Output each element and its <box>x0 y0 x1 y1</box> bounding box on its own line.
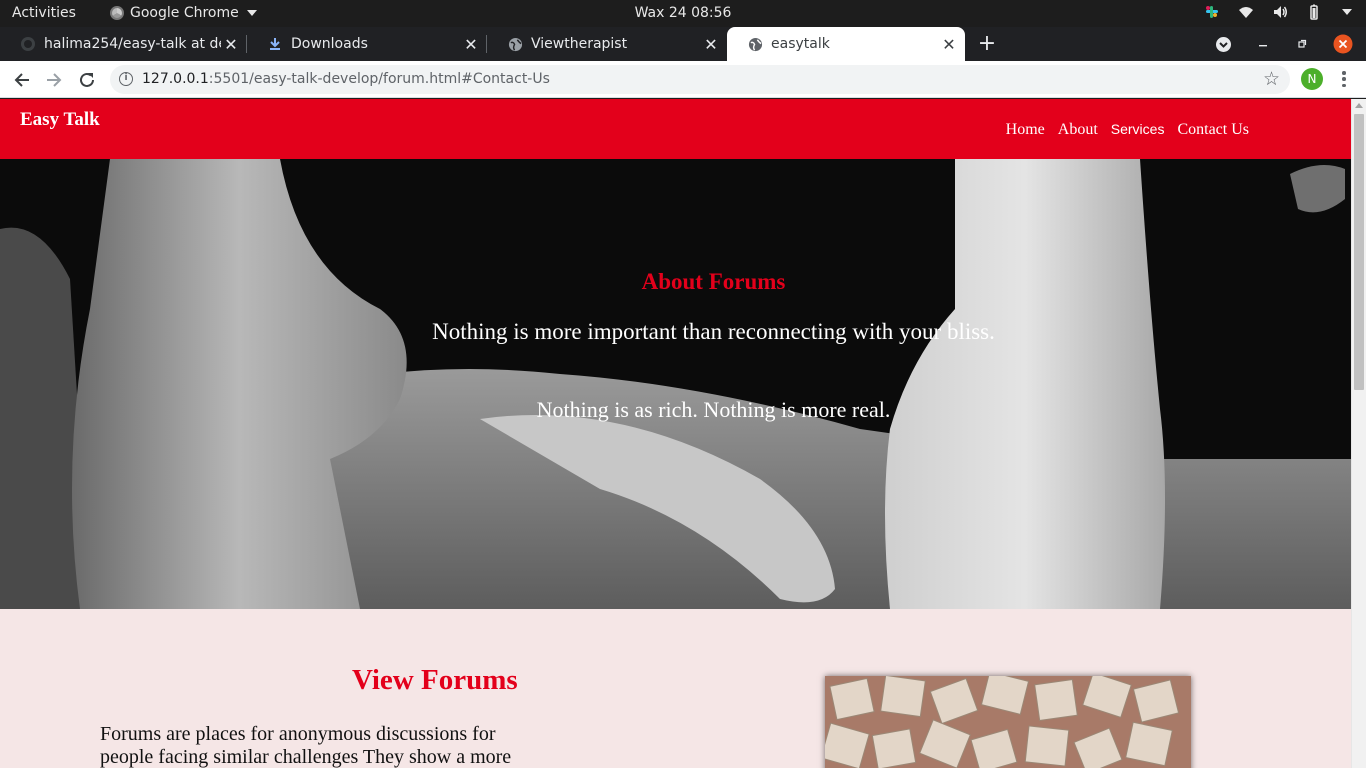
wifi-icon[interactable] <box>1238 4 1254 20</box>
scrollbar-thumb[interactable] <box>1354 114 1364 390</box>
tab-github[interactable]: halima254/easy-talk at de ✕ <box>0 27 247 61</box>
bookmark-star-icon[interactable]: ☆ <box>1263 68 1280 90</box>
section-heading: View Forums <box>352 664 518 696</box>
nav-link-about[interactable]: About <box>1058 121 1098 139</box>
tab-strip: halima254/easy-talk at de ✕ Downloads ✕ … <box>0 27 1366 61</box>
back-button[interactable] <box>10 68 34 92</box>
page-viewport: Easy Talk Home About Services Contact Us <box>0 99 1366 768</box>
close-icon[interactable]: ✕ <box>221 35 241 54</box>
wooden-blocks-photo <box>825 676 1191 768</box>
info-icon[interactable]: i <box>119 72 133 86</box>
tab-title: halima254/easy-talk at de <box>44 36 221 52</box>
hero-tagline: Nothing is as rich. Nothing is more real… <box>536 397 891 422</box>
nav-link-services[interactable]: Services <box>1111 121 1165 137</box>
site-navbar: Easy Talk Home About Services Contact Us <box>0 99 1351 159</box>
tab-viewtherapist[interactable]: Viewtherapist ✕ <box>487 27 727 61</box>
tab-title: Downloads <box>291 36 368 52</box>
page-scrollbar[interactable] <box>1351 99 1366 768</box>
globe-icon <box>747 36 763 52</box>
tab-title: easytalk <box>771 36 830 52</box>
chrome-menu-icon[interactable] <box>1337 69 1351 89</box>
browser-toolbar: i 127.0.0.1:5501/easy-talk-develop/forum… <box>0 61 1366 98</box>
minimize-icon <box>1259 45 1267 47</box>
system-tray[interactable] <box>1204 4 1352 20</box>
tab-title: Viewtherapist <box>531 36 628 52</box>
hero-banner: About Forums Nothing is more important t… <box>0 159 1351 609</box>
close-window-button[interactable] <box>1333 27 1353 61</box>
close-icon[interactable]: ✕ <box>701 35 721 54</box>
chevron-down-icon <box>246 10 257 16</box>
section-body-text: Forums are places for anonymous discussi… <box>100 723 512 768</box>
system-menu-chevron-icon[interactable] <box>1342 9 1352 15</box>
chrome-icon <box>110 6 124 20</box>
app-menu-label: Google Chrome <box>130 5 239 21</box>
close-icon[interactable]: ✕ <box>939 35 959 54</box>
new-tab-button[interactable]: + <box>977 30 997 58</box>
tab-downloads[interactable]: Downloads ✕ <box>247 27 487 61</box>
reload-button[interactable] <box>75 68 99 92</box>
volume-icon[interactable] <box>1272 4 1288 20</box>
battery-icon[interactable] <box>1306 4 1322 20</box>
arrow-left-icon <box>14 73 29 87</box>
hero-subtitle: Nothing is more important than reconnect… <box>432 319 995 344</box>
app-menu[interactable]: Google Chrome <box>110 5 257 21</box>
site-brand[interactable]: Easy Talk <box>20 109 100 131</box>
activities-button[interactable]: Activities <box>12 5 76 21</box>
scroll-up-icon[interactable] <box>1355 103 1363 108</box>
maximize-icon <box>1298 39 1307 48</box>
profile-avatar[interactable]: N <box>1301 68 1323 90</box>
tab-search-button[interactable] <box>1215 27 1232 61</box>
github-icon <box>20 36 36 52</box>
forward-button[interactable] <box>42 68 66 92</box>
minimize-button[interactable] <box>1258 27 1268 61</box>
view-forums-section: View Forums Forums are places for anonym… <box>0 609 1351 768</box>
site-nav-links: Home About Services Contact Us <box>1006 121 1249 139</box>
address-bar[interactable]: i 127.0.0.1:5501/easy-talk-develop/forum… <box>110 65 1290 94</box>
close-icon[interactable]: ✕ <box>461 35 481 54</box>
url-text[interactable]: 127.0.0.1:5501/easy-talk-develop/forum.h… <box>142 71 550 87</box>
arrow-right-icon <box>47 73 62 87</box>
globe-icon <box>507 36 523 52</box>
tab-easytalk[interactable]: easytalk ✕ <box>727 27 965 61</box>
maximize-button[interactable] <box>1297 27 1307 61</box>
nav-link-contact[interactable]: Contact Us <box>1177 121 1249 139</box>
system-top-bar: Activities Google Chrome Wax 24 08:56 <box>0 0 1366 27</box>
download-icon <box>267 36 283 52</box>
nav-link-home[interactable]: Home <box>1006 121 1045 139</box>
tab-search-icon <box>1216 36 1231 52</box>
reload-icon <box>80 72 94 87</box>
close-window-icon <box>1333 34 1353 54</box>
hero-title: About Forums <box>641 269 786 294</box>
hands-photo <box>0 159 1351 609</box>
slack-icon[interactable] <box>1204 4 1220 20</box>
